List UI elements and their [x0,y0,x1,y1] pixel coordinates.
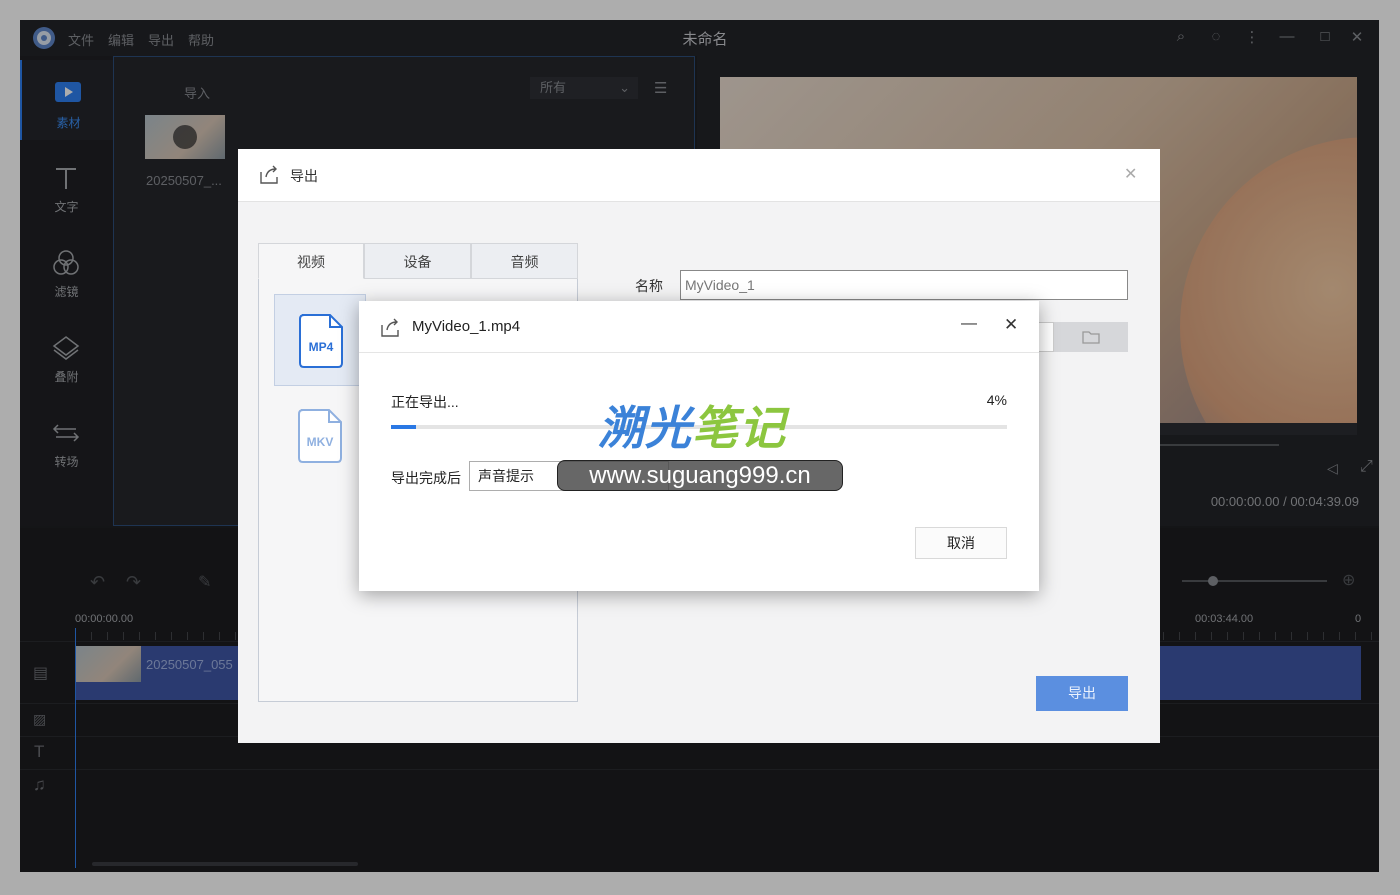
progress-percent: 4% [986,392,1007,408]
format-mkv[interactable]: MKV [274,394,366,486]
close-icon[interactable]: ✕ [1004,315,1018,335]
export-icon [379,316,401,338]
progress-dialog-title: MyVideo_1.mp4 [412,318,521,335]
format-mkv-label: MKV [307,435,334,449]
watermark-title-part: 笔记 [692,402,786,454]
watermark-title-part: 溯光 [598,402,692,454]
name-label: 名称 [635,278,663,294]
minimize-icon[interactable]: — [961,315,977,333]
folder-icon [1082,331,1100,344]
format-mp4[interactable]: MP4 [274,294,366,386]
name-input[interactable]: MyVideo_1 [680,270,1128,300]
mp4-file-icon: MP4 [299,314,343,368]
progress-bar-fill [391,425,416,429]
watermark-title: 溯光笔记 [598,392,786,458]
export-icon [258,163,280,185]
export-status: 正在导出... [391,394,459,410]
export-dialog-header: 导出 ✕ [238,149,1160,202]
format-mp4-label: MP4 [309,340,334,354]
tab-audio[interactable]: 音频 [471,243,578,279]
cancel-button[interactable]: 取消 [915,527,1007,559]
close-icon[interactable]: ✕ [1124,164,1137,184]
tab-device[interactable]: 设备 [364,243,471,279]
tab-video[interactable]: 视频 [258,243,364,279]
export-dialog-title: 导出 [290,168,318,184]
divider [359,352,1039,353]
browse-folder-button[interactable] [1054,322,1128,352]
watermark-url: www.suguang999.cn [557,460,843,491]
export-button[interactable]: 导出 [1036,676,1128,711]
mkv-file-icon: MKV [298,409,342,463]
after-export-label: 导出完成后 [391,470,461,486]
